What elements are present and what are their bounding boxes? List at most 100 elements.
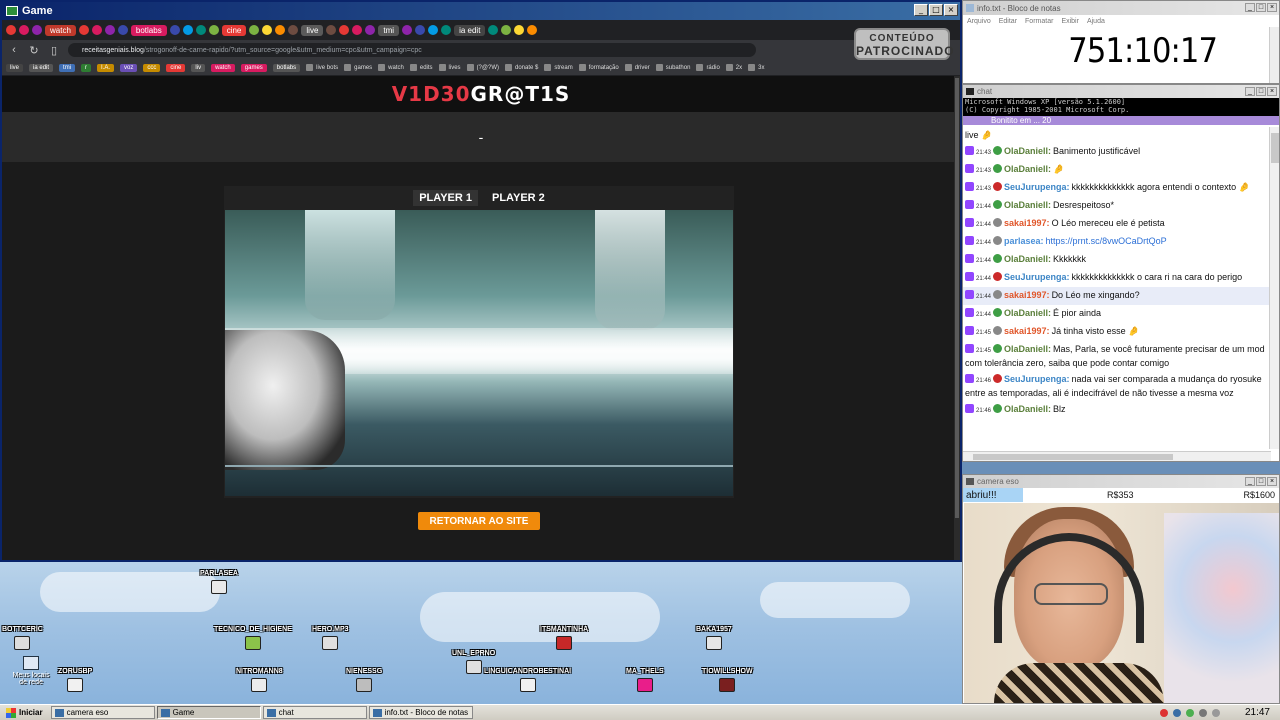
bookmark-chip[interactable]: ia edit: [29, 63, 54, 72]
bookmark-item[interactable]: stream: [544, 64, 573, 71]
menu-item[interactable]: Exibir: [1061, 18, 1079, 25]
chat-titlebar[interactable]: chat: [963, 85, 1279, 98]
chat-username[interactable]: SeuJurupenga:: [1004, 182, 1070, 192]
chat-username[interactable]: sakai1997:: [1004, 218, 1050, 228]
maximize-button[interactable]: □: [929, 4, 943, 16]
tab-favicon-icon[interactable]: [91, 25, 102, 35]
tab-favicon-icon[interactable]: [428, 25, 439, 35]
tab-favicon-icon[interactable]: [208, 25, 219, 35]
bookmark-chip[interactable]: I.A.: [97, 63, 115, 72]
tab-favicon-icon[interactable]: [288, 25, 299, 35]
tab-favicon-icon[interactable]: [6, 25, 16, 35]
browser-tab[interactable]: tmi: [378, 24, 400, 36]
viewer-avatar[interactable]: PARLASEA: [200, 570, 238, 594]
back-icon[interactable]: ‹: [8, 44, 20, 56]
menu-item[interactable]: Ajuda: [1087, 18, 1105, 25]
chat-username[interactable]: OlaDaniell:: [1004, 344, 1051, 354]
tab-favicon-icon[interactable]: [104, 25, 115, 35]
bookmark-item[interactable]: driver: [624, 64, 650, 71]
minimize-button[interactable]: _: [914, 4, 928, 16]
tray-icon[interactable]: [1159, 708, 1168, 717]
tray-icon[interactable]: [1185, 708, 1194, 717]
tab-favicon-icon[interactable]: [402, 25, 413, 35]
tab-favicon-icon[interactable]: [514, 25, 525, 35]
taskbar-button[interactable]: Game: [156, 706, 261, 719]
tab-player-1[interactable]: PLAYER 1: [413, 190, 478, 206]
viewer-avatar[interactable]: NITROMANN8: [236, 668, 283, 692]
viewer-avatar[interactable]: BAKA1957: [696, 626, 732, 650]
chat-username[interactable]: SeuJurupenga:: [1004, 272, 1070, 282]
tab-favicon-icon[interactable]: [262, 25, 273, 35]
bookmark-chip[interactable]: botlabs: [272, 63, 301, 72]
tab-favicon-icon[interactable]: [117, 25, 128, 35]
viewer-avatar[interactable]: ZORUSBP: [58, 668, 92, 692]
volume-icon[interactable]: [1211, 708, 1220, 717]
bookmark-chip[interactable]: voz: [120, 63, 138, 72]
notepad-titlebar[interactable]: info.txt - Bloco de notas: [963, 1, 1279, 15]
bookmark-chip[interactable]: live: [6, 63, 24, 72]
taskbar-button[interactable]: chat: [262, 706, 367, 719]
browser-tab[interactable]: cine: [221, 24, 247, 36]
chat-username[interactable]: OlaDaniell:: [1004, 164, 1051, 174]
address-bar[interactable]: receitasgeniais.blog /strogonoff-de-carn…: [68, 43, 756, 57]
tab-favicon-icon[interactable]: [326, 25, 337, 35]
tab-favicon-icon[interactable]: [182, 25, 193, 35]
browser-tab[interactable]: ia edit: [454, 24, 486, 36]
video-frame[interactable]: [225, 210, 733, 496]
chat-username[interactable]: OlaDaniell:: [1004, 200, 1051, 210]
minimize-button[interactable]: _: [1245, 3, 1255, 12]
tab-favicon-icon[interactable]: [78, 25, 89, 35]
close-button[interactable]: ×: [944, 4, 958, 16]
bookmark-chip[interactable]: watch: [211, 63, 235, 72]
menu-item[interactable]: Formatar: [1025, 18, 1053, 25]
chat-username[interactable]: sakai1997:: [1004, 290, 1050, 300]
tab-favicon-icon[interactable]: [441, 25, 452, 35]
bookmark-item[interactable]: 2x: [725, 64, 742, 71]
return-to-site-button[interactable]: RETORNAR AO SITE: [418, 512, 540, 530]
bookmark-chip[interactable]: ccc: [143, 63, 161, 72]
chat-link[interactable]: https://prnt.sc/8vwOCaDrtQoP: [1046, 236, 1167, 246]
bookmark-item[interactable]: 3x: [748, 64, 764, 71]
viewer-avatar[interactable]: NIENESSG: [346, 668, 382, 692]
tray-icon[interactable]: [1198, 708, 1207, 717]
reload-icon[interactable]: ↻: [28, 44, 40, 57]
minimize-button[interactable]: _: [1245, 87, 1255, 96]
browser-tab[interactable]: live: [301, 24, 324, 36]
tab-favicon-icon[interactable]: [169, 25, 180, 35]
tab-favicon-icon[interactable]: [527, 25, 538, 35]
viewer-avatar[interactable]: HERO.MP3: [312, 626, 349, 650]
close-button[interactable]: ×: [1267, 477, 1277, 486]
tab-favicon-icon[interactable]: [415, 25, 426, 35]
bookmark-item[interactable]: lives: [438, 64, 461, 71]
camera-titlebar[interactable]: camera eso: [963, 475, 1279, 488]
close-button[interactable]: ×: [1267, 87, 1277, 96]
desktop-icon-network[interactable]: Meus locais de rede: [8, 656, 54, 686]
minimize-button[interactable]: _: [1245, 477, 1255, 486]
tab-favicon-icon[interactable]: [365, 25, 376, 35]
tab-player-2[interactable]: PLAYER 2: [492, 192, 545, 204]
viewer-avatar[interactable]: TIOWILLSHOW: [702, 668, 753, 692]
chat-username[interactable]: parlasea:: [1004, 236, 1044, 246]
taskbar-button[interactable]: camera eso: [50, 706, 155, 719]
bookmark-chip[interactable]: tmi: [59, 63, 76, 72]
bookmark-item[interactable]: rádio: [696, 64, 720, 71]
chat-username[interactable]: OlaDaniell:: [1004, 308, 1051, 318]
maximize-button[interactable]: □: [1256, 3, 1266, 12]
bookmark-item[interactable]: edits: [409, 64, 433, 71]
bookmark-item[interactable]: (?@?W): [466, 64, 499, 71]
tab-favicon-icon[interactable]: [32, 25, 42, 35]
chat-horizontal-scrollbar[interactable]: [963, 451, 1271, 461]
viewer-avatar[interactable]: LINGUICANDROBESTINAI: [484, 668, 571, 692]
tab-favicon-icon[interactable]: [19, 25, 29, 35]
viewer-avatar[interactable]: BOTTCERIC: [2, 626, 43, 650]
viewer-avatar[interactable]: TECNICO_DE_HIGIENE: [214, 626, 292, 650]
start-button[interactable]: Iniciar: [0, 706, 49, 720]
tab-favicon-icon[interactable]: [249, 25, 260, 35]
scroll-thumb[interactable]: [1271, 133, 1279, 163]
bookmark-item[interactable]: formatação: [578, 64, 619, 71]
browser-tab[interactable]: watch: [45, 24, 76, 36]
chat-username[interactable]: SeuJurupenga:: [1004, 374, 1070, 384]
maximize-button[interactable]: □: [1256, 477, 1266, 486]
viewer-avatar[interactable]: MA_THELS: [626, 668, 664, 692]
bookmark-item[interactable]: games: [344, 64, 372, 71]
